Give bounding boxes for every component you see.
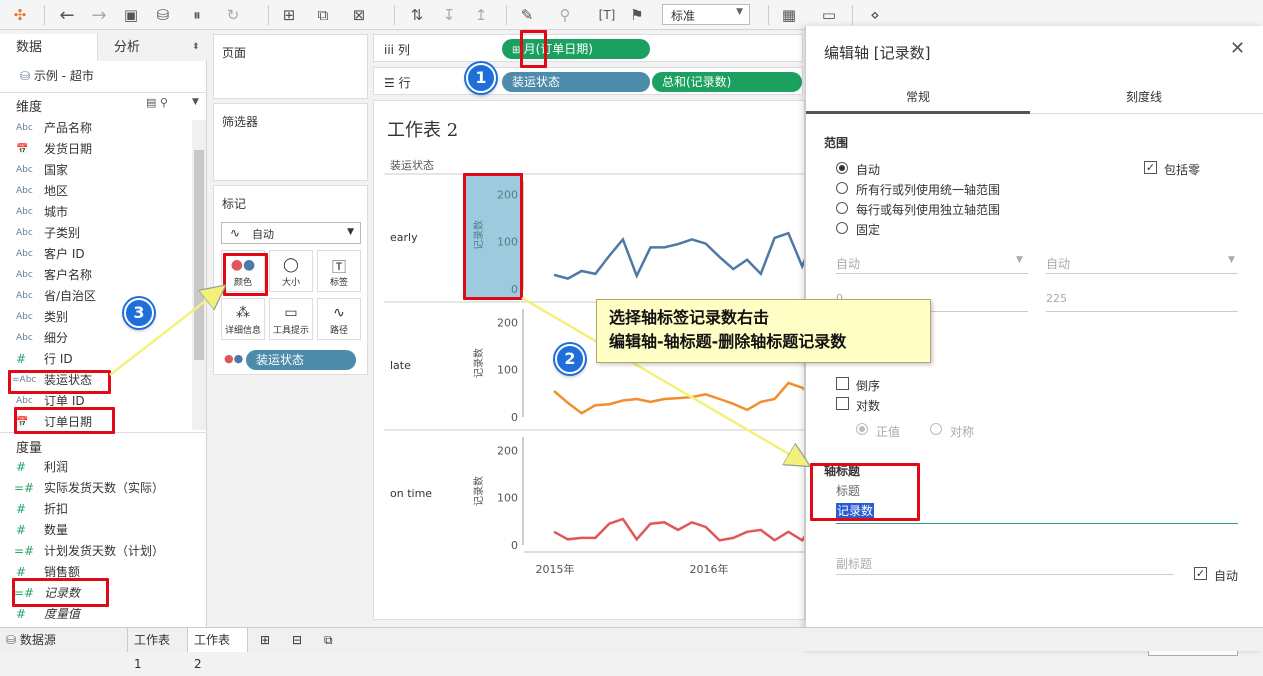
- instruction-callout: 选择轴标签记录数右击 编辑轴-轴标题-删除轴标题记录数: [596, 299, 931, 363]
- callout-line-2: 编辑轴-轴标题-删除轴标题记录数: [609, 332, 847, 351]
- callout-line-1: 选择轴标签记录数右击: [609, 308, 770, 327]
- arrow-3: [109, 288, 222, 376]
- step-badge-1: 1: [466, 63, 496, 93]
- step-badge-3: 3: [124, 298, 154, 328]
- step-badge-2: 2: [555, 344, 585, 374]
